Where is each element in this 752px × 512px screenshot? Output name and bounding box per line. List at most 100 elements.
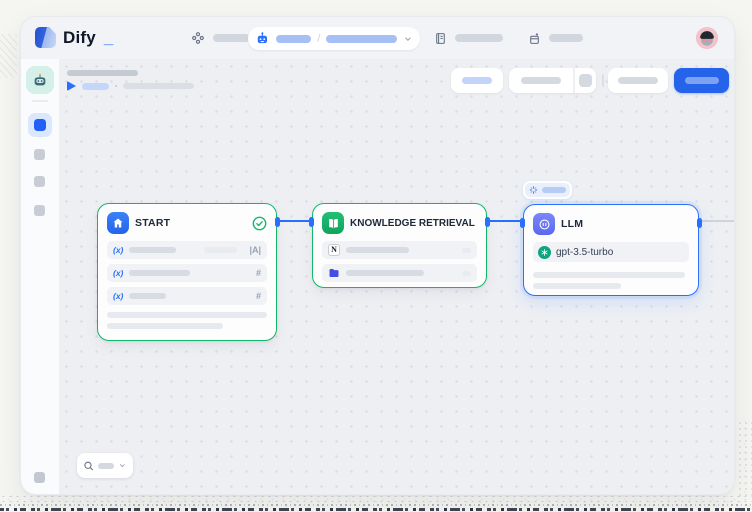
dify-brand[interactable]: Dify_ <box>35 27 113 48</box>
breadcrumb-separator: / <box>317 33 320 45</box>
sidebar-app-icon[interactable] <box>26 66 54 94</box>
nav-label-placeholder <box>213 34 250 42</box>
orchestrate-icon <box>34 119 46 131</box>
source-meta-placeholder <box>462 271 471 276</box>
publish-label-placeholder <box>685 77 719 84</box>
variable-name-placeholder <box>129 293 166 299</box>
node-llm-header: LLM <box>524 205 698 242</box>
sidebar-item-orchestrate-active[interactable] <box>28 113 52 137</box>
sidebar-item-settings[interactable] <box>34 472 45 483</box>
output-handle[interactable] <box>697 218 702 228</box>
app-switcher[interactable]: / <box>248 27 420 50</box>
variable-value-placeholder <box>204 247 237 253</box>
folder-icon <box>328 267 340 279</box>
publish-button[interactable] <box>674 68 729 93</box>
zoom-control[interactable] <box>77 453 133 478</box>
apps-flower-icon <box>191 31 205 45</box>
success-check-icon <box>252 216 267 231</box>
run-history-split-button[interactable] <box>509 68 596 93</box>
micro-text-artifact <box>0 504 752 511</box>
knowledge-source-row: N <box>322 241 477 259</box>
notebook-icon <box>434 32 447 45</box>
chevron-down-icon <box>403 34 413 44</box>
history-icon-placeholder[interactable] <box>579 74 592 87</box>
docs-label-placeholder <box>455 34 503 42</box>
description-placeholder <box>107 323 223 329</box>
preview-label-placeholder <box>618 77 658 84</box>
docs-nav-item[interactable] <box>434 17 503 59</box>
sidebar-item-3[interactable] <box>34 176 45 187</box>
type-string-icon: |A| <box>249 245 261 255</box>
source-meta-placeholder <box>462 248 471 253</box>
left-sidebar <box>21 59 59 494</box>
avatar-illustration <box>696 27 718 49</box>
robot-app-icon <box>255 31 270 46</box>
variable-name-placeholder <box>129 247 176 253</box>
model-name: gpt-3.5-turbo <box>556 247 613 258</box>
source-name-placeholder <box>346 270 424 276</box>
node-start-variables: (x) |A| (x) # (x) <box>98 241 276 329</box>
home-icon <box>107 212 129 234</box>
workspace-name-placeholder <box>276 35 311 43</box>
input-handle[interactable] <box>520 218 525 228</box>
node-title: START <box>135 217 246 229</box>
node-start-header: START <box>98 204 276 241</box>
status-dot <box>115 85 117 87</box>
box-plus-icon <box>528 32 541 45</box>
run-label-placeholder <box>521 77 561 84</box>
run-meta-placeholder <box>123 83 194 89</box>
source-name-placeholder <box>346 247 409 253</box>
robot-avatar-icon <box>32 72 48 88</box>
node-start[interactable]: START (x) |A| <box>97 203 277 341</box>
prompt-placeholder <box>533 283 621 289</box>
window-body: START (x) |A| <box>21 59 734 494</box>
preview-button[interactable] <box>608 68 668 93</box>
sidebar-item-2[interactable] <box>34 149 45 160</box>
book-icon <box>322 212 344 234</box>
variable-icon: (x) <box>113 291 123 301</box>
node-title: KNOWLEDGE RETRIEVAL <box>350 218 475 229</box>
dify-logo-icon <box>35 27 56 48</box>
features-label-placeholder <box>462 77 492 84</box>
workflow-title-placeholder <box>67 70 138 76</box>
workflow-canvas[interactable]: START (x) |A| <box>59 59 734 494</box>
explore-nav-item[interactable] <box>191 17 250 59</box>
output-handle[interactable] <box>485 217 490 227</box>
zoom-search-icon <box>83 460 94 472</box>
features-button[interactable] <box>451 68 503 93</box>
sidebar-divider <box>32 100 48 102</box>
variable-row: (x) |A| <box>107 241 267 259</box>
app-window: Dify_ / <box>20 16 735 495</box>
app-name-placeholder <box>326 35 397 43</box>
node-knowledge-header: KNOWLEDGE RETRIEVAL <box>313 204 486 241</box>
variable-icon: (x) <box>113 245 123 255</box>
updates-label-placeholder <box>549 34 583 42</box>
edge-knowledge-to-llm <box>485 220 525 222</box>
variable-row: (x) # <box>107 287 267 305</box>
edge-llm-outgoing <box>697 220 734 222</box>
description-placeholder <box>107 312 267 318</box>
node-title: LLM <box>561 218 689 230</box>
updates-nav-item[interactable] <box>528 17 583 59</box>
node-running-indicator <box>523 181 572 199</box>
node-knowledge-retrieval[interactable]: KNOWLEDGE RETRIEVAL N <box>312 203 487 288</box>
node-knowledge-sources: N <box>313 241 486 282</box>
toolbar-divider <box>602 74 604 87</box>
sidebar-item-4[interactable] <box>34 205 45 216</box>
run-label-placeholder <box>82 83 109 90</box>
input-handle[interactable] <box>309 217 314 227</box>
brand-cursor: _ <box>104 28 113 48</box>
chevron-down-icon <box>118 461 127 470</box>
top-header: Dify_ / <box>21 17 734 59</box>
variable-icon: (x) <box>113 268 123 278</box>
node-llm[interactable]: LLM gpt-3.5-turbo <box>523 204 699 296</box>
screenshot-stage: Dify_ / <box>0 0 752 512</box>
last-run-status <box>67 81 194 91</box>
edge-noise-artifact <box>737 420 752 500</box>
user-avatar[interactable] <box>696 27 718 49</box>
segment-divider <box>573 68 575 93</box>
model-selector[interactable]: gpt-3.5-turbo <box>533 242 689 262</box>
output-handle[interactable] <box>275 217 280 227</box>
run-play-icon[interactable] <box>67 81 76 91</box>
spinner-icon <box>529 185 538 195</box>
